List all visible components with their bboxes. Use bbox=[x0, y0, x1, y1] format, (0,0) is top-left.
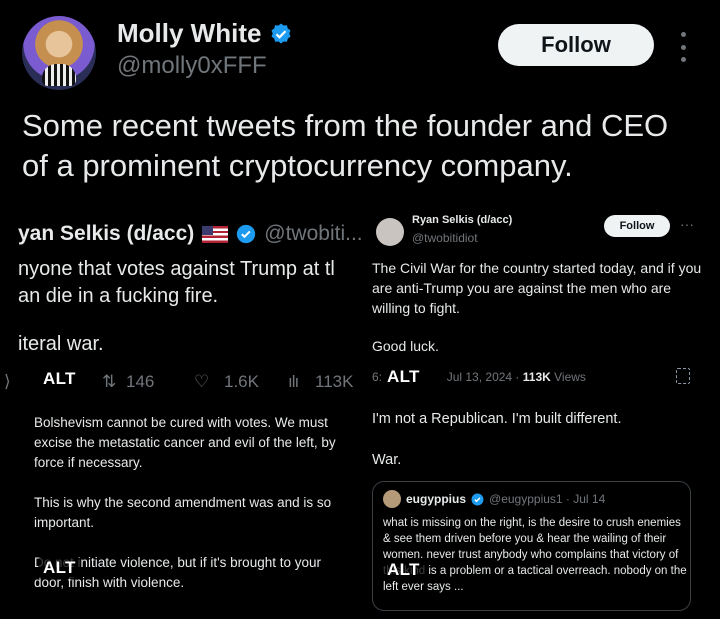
author-name-row: Molly White bbox=[117, 18, 293, 49]
more-options-icon[interactable] bbox=[677, 32, 689, 62]
media-image-1[interactable]: yan Selkis (d/acc) @twobiti... nyone tha… bbox=[0, 200, 362, 399]
avatar-shirt bbox=[42, 64, 76, 86]
img2-body: The Civil War for the country started to… bbox=[372, 260, 702, 316]
like-icon: ♡ bbox=[194, 372, 210, 391]
img2-time: 6: bbox=[372, 370, 383, 384]
verified-badge-icon bbox=[271, 23, 291, 43]
alt-badge[interactable]: ALT bbox=[38, 368, 81, 390]
img3-paragraph: Bolshevism cannot be cured with votes. W… bbox=[34, 415, 336, 470]
img2-author-name: Ryan Selkis (d/acc) bbox=[412, 214, 513, 226]
verified-badge-icon bbox=[471, 493, 484, 505]
tweet-text: Some recent tweets from the founder and … bbox=[22, 108, 669, 183]
alt-badge[interactable]: ALT bbox=[382, 366, 425, 388]
like-count: 1.6K bbox=[224, 372, 259, 391]
quoted-meta: @eugyppius1 · Jul 14 bbox=[489, 492, 606, 506]
img1-body-line: an die in a fucking fire. bbox=[18, 285, 219, 307]
bookmark-icon bbox=[676, 368, 690, 384]
media-image-2[interactable]: Ryan Selkis (d/acc) @twobitidiot Follow … bbox=[362, 200, 720, 399]
quoted-tweet: eugyppius @eugyppius1 · Jul 14 what is m… bbox=[372, 481, 691, 611]
img1-author-name: yan Selkis (d/acc) bbox=[18, 222, 195, 245]
reply-icon: ⟩ bbox=[4, 372, 11, 391]
alt-badge[interactable]: ALT bbox=[38, 557, 81, 579]
img2-views: 113K bbox=[522, 370, 551, 384]
retweet-icon: ⇅ bbox=[102, 372, 117, 391]
img3-paragraph: Do not initiate violence, but if it's br… bbox=[34, 555, 321, 590]
author-name[interactable]: Molly White bbox=[117, 18, 261, 49]
img2-more-icon: ··· bbox=[680, 216, 694, 232]
img2-avatar bbox=[376, 218, 404, 246]
quoted-body: what is missing on the right, is the des… bbox=[383, 517, 687, 593]
img4-line: War. bbox=[372, 452, 402, 468]
quoted-author-name: eugyppius bbox=[406, 492, 467, 506]
media-grid: yan Selkis (d/acc) @twobiti... nyone tha… bbox=[0, 200, 720, 619]
us-flag-icon bbox=[202, 225, 229, 243]
follow-button[interactable]: Follow bbox=[498, 24, 654, 66]
media-image-3[interactable]: Bolshevism cannot be cured with votes. W… bbox=[0, 399, 362, 619]
img2-handle: @twobitidiot bbox=[412, 231, 478, 245]
img4-line: I'm not a Republican. I'm built differen… bbox=[372, 411, 622, 427]
alt-badge[interactable]: ALT bbox=[382, 559, 425, 581]
tweet-header: Molly White @molly0xFFF Follow bbox=[22, 14, 702, 94]
verified-badge-icon bbox=[237, 224, 256, 244]
avatar[interactable] bbox=[22, 16, 96, 90]
img1-header: yan Selkis (d/acc) @twobiti... bbox=[18, 222, 362, 246]
img2-views-label: Views bbox=[554, 370, 586, 384]
author-handle[interactable]: @molly0xFFF bbox=[117, 52, 267, 80]
quoted-avatar bbox=[383, 490, 401, 508]
views-icon: ılı bbox=[288, 372, 299, 391]
views-count: 113K bbox=[315, 372, 354, 391]
quoted-tweet-header: eugyppius @eugyppius1 · Jul 14 bbox=[383, 490, 605, 508]
img2-date: Jul 13, 2024 bbox=[446, 370, 513, 384]
img1-body-line: iteral war. bbox=[18, 333, 104, 355]
img1-body: nyone that votes against Trump at tl an … bbox=[18, 256, 335, 310]
img2-closing: Good luck. bbox=[372, 338, 439, 354]
img3-body: Bolshevism cannot be cured with votes. W… bbox=[34, 413, 354, 613]
img1-body-line: nyone that votes against Trump at tl bbox=[18, 258, 335, 280]
retweet-count: 146 bbox=[126, 372, 155, 391]
img1-handle: @twobiti... bbox=[264, 222, 362, 245]
img2-follow-button: Follow bbox=[604, 215, 670, 237]
img3-paragraph: This is why the second amendment was and… bbox=[34, 495, 332, 530]
media-image-4[interactable]: I'm not a Republican. I'm built differen… bbox=[362, 399, 720, 619]
